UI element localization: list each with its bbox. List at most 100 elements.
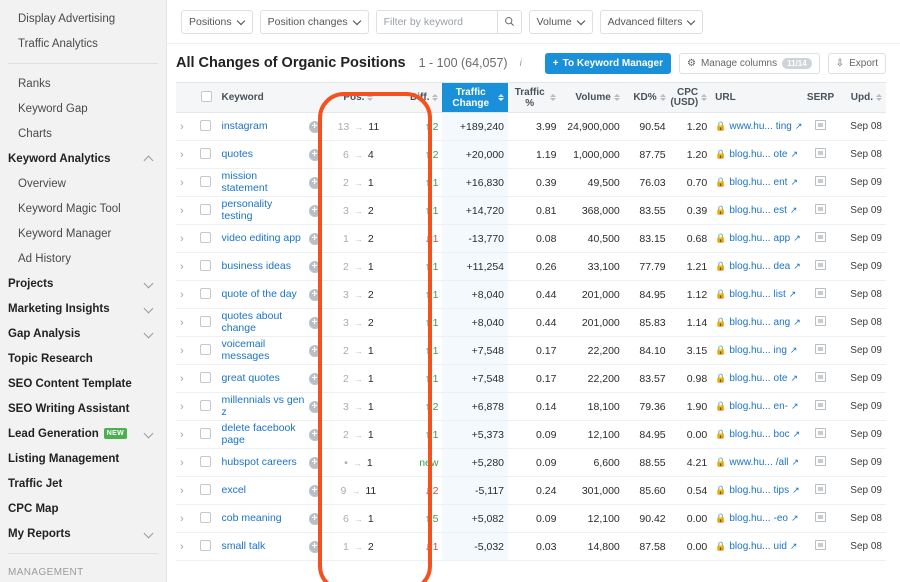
row-expand-icon[interactable]: › (180, 177, 190, 189)
url-link[interactable]: 🔒 blog.hu... est ↗ (715, 205, 799, 216)
th-volume[interactable]: Volume (560, 82, 624, 113)
row-expand-icon[interactable]: › (180, 401, 190, 413)
add-keyword-icon[interactable]: + (308, 512, 321, 525)
sidebar-item-marketing-insights[interactable]: Marketing Insights (0, 296, 166, 321)
row-checkbox[interactable] (199, 399, 211, 411)
table-row[interactable]: › instagram +13 → 11 ↑ 2 +189,240 3.99 24,900,00… (176, 112, 886, 141)
sidebar-item-ranks[interactable]: Ranks (0, 71, 166, 96)
add-keyword-icon[interactable]: + (308, 204, 321, 217)
th-kd[interactable]: KD% (623, 82, 670, 113)
sidebar-item-lead-generation[interactable]: Lead Generation new (0, 421, 166, 446)
serp-preview-icon[interactable] (814, 120, 826, 130)
row-expand-icon[interactable]: › (180, 205, 190, 217)
add-keyword-icon[interactable]: + (308, 120, 321, 133)
url-link[interactable]: 🔒 blog.hu... uid ↗ (715, 541, 799, 552)
to-keyword-manager-button[interactable]: + To Keyword Manager (544, 52, 671, 74)
url-link[interactable]: 🔒 blog.hu... ote ↗ (715, 149, 799, 160)
add-keyword-icon[interactable]: + (308, 260, 321, 273)
position-changes-dropdown[interactable]: Position changes (259, 9, 369, 34)
table-row[interactable]: › small talk +1 → 2 ↓ 1 -5,032 0.03 14,800 87.58 0… (176, 532, 886, 561)
row-checkbox[interactable] (199, 175, 211, 187)
add-keyword-icon[interactable]: + (308, 148, 321, 161)
add-keyword-icon[interactable]: + (308, 540, 321, 553)
keyword-link[interactable]: cob meaning (222, 512, 282, 525)
th-keyword[interactable]: Keyword (217, 82, 325, 113)
row-checkbox[interactable] (199, 455, 211, 467)
search-input[interactable] (376, 10, 497, 33)
th-diff[interactable]: Diff. (392, 82, 443, 113)
th-cpc[interactable]: CPC (USD) (669, 82, 712, 113)
keyword-link[interactable]: great quotes (222, 372, 280, 385)
url-link[interactable]: 🔒 blog.hu... ote ↗ (715, 373, 799, 384)
select-all-checkbox[interactable] (201, 90, 213, 102)
row-checkbox[interactable] (199, 315, 211, 327)
table-row[interactable]: › delete facebook page +2 → 1 ↑ 1 +5,373 0.09 12… (176, 420, 886, 449)
url-link[interactable]: 🔒 blog.hu... ent ↗ (715, 177, 799, 188)
search-button[interactable] (496, 10, 521, 33)
sidebar-item-gap-analysis[interactable]: Gap Analysis (0, 321, 166, 346)
add-keyword-icon[interactable]: + (308, 344, 321, 357)
keyword-link[interactable]: instagram (222, 120, 268, 133)
serp-preview-icon[interactable] (814, 456, 826, 466)
keyword-link[interactable]: personality testing (222, 198, 305, 222)
sidebar-item-listing-management[interactable]: Listing Management (0, 446, 166, 471)
row-checkbox[interactable] (199, 147, 211, 159)
table-row[interactable]: › quotes about change +3 → 2 ↑ 1 +8,040 0.44 201… (176, 308, 886, 337)
row-checkbox[interactable] (199, 119, 211, 131)
add-keyword-icon[interactable]: + (308, 176, 321, 189)
keyword-link[interactable]: business ideas (222, 260, 291, 273)
table-row[interactable]: › hubspot careers + • → 1 new +5,280 0.09 6,600 88… (176, 448, 886, 477)
row-expand-icon[interactable]: › (180, 541, 190, 553)
manage-columns-button[interactable]: ⚙ Manage columns 11/14 (679, 52, 820, 74)
keyword-link[interactable]: hubspot careers (222, 456, 297, 469)
info-icon[interactable]: i (520, 58, 522, 69)
row-checkbox[interactable] (199, 539, 211, 551)
serp-preview-icon[interactable] (814, 148, 826, 158)
row-checkbox[interactable] (199, 511, 211, 523)
serp-preview-icon[interactable] (814, 288, 826, 298)
sidebar-item-cpc-map[interactable]: CPC Map (0, 496, 166, 521)
serp-preview-icon[interactable] (814, 372, 826, 382)
url-link[interactable]: 🔒 blog.hu... en- ↗ (715, 401, 799, 412)
keyword-link[interactable]: delete facebook page (222, 422, 305, 446)
sidebar-item-seo-writing-assistant[interactable]: SEO Writing Assistant (0, 396, 166, 421)
serp-preview-icon[interactable] (814, 232, 826, 242)
table-row[interactable]: › video editing app +1 → 2 ↓ 1 -13,770 0.08 40,5… (176, 224, 886, 253)
row-checkbox[interactable] (199, 203, 211, 215)
keyword-link[interactable]: small talk (222, 540, 266, 553)
row-expand-icon[interactable]: › (180, 457, 190, 469)
add-keyword-icon[interactable]: + (308, 316, 321, 329)
sidebar-item-overview[interactable]: Overview (0, 171, 166, 196)
url-link[interactable]: 🔒 blog.hu... ing ↗ (715, 345, 799, 356)
th-traffic-pct[interactable]: Traffic % (508, 82, 561, 113)
serp-preview-icon[interactable] (814, 400, 826, 410)
row-checkbox[interactable] (199, 287, 211, 299)
row-expand-icon[interactable]: › (180, 373, 190, 385)
sidebar-item-projects[interactable]: Projects (0, 271, 166, 296)
row-expand-icon[interactable]: › (180, 149, 190, 161)
add-keyword-icon[interactable]: + (308, 456, 321, 469)
url-link[interactable]: 🔒 www.hu.../all ↗ (715, 457, 799, 468)
serp-preview-icon[interactable] (814, 260, 826, 270)
row-expand-icon[interactable]: › (180, 485, 190, 497)
keyword-link[interactable]: excel (222, 484, 247, 497)
serp-preview-icon[interactable] (814, 316, 826, 326)
row-checkbox[interactable] (199, 371, 211, 383)
sidebar-item-traffic-analytics[interactable]: Traffic Analytics (0, 31, 166, 56)
row-expand-icon[interactable]: › (180, 121, 190, 133)
sidebar-group-keyword-analytics[interactable]: Keyword Analytics (0, 146, 166, 171)
sidebar-item-ad-history[interactable]: Ad History (0, 246, 166, 271)
serp-preview-icon[interactable] (814, 176, 826, 186)
url-link[interactable]: 🔒 blog.hu... app ↗ (715, 233, 801, 244)
sidebar-item-keyword-manager[interactable]: Keyword Manager (0, 221, 166, 246)
export-button[interactable]: ⇩ Export (827, 52, 886, 74)
serp-preview-icon[interactable] (814, 204, 826, 214)
th-upd[interactable]: Upd. (837, 82, 886, 113)
keyword-link[interactable]: quotes (222, 148, 254, 161)
sidebar-item-seo-content-template[interactable]: SEO Content Template (0, 371, 166, 396)
row-expand-icon[interactable]: › (180, 289, 190, 301)
th-traffic-change[interactable]: Traffic Change (442, 82, 509, 113)
url-link[interactable]: 🔒 www.hu... ting ↗ (715, 121, 802, 132)
url-link[interactable]: 🔒 blog.hu... boc ↗ (715, 429, 800, 440)
sidebar-item-traffic-jet[interactable]: Traffic Jet (0, 471, 166, 496)
